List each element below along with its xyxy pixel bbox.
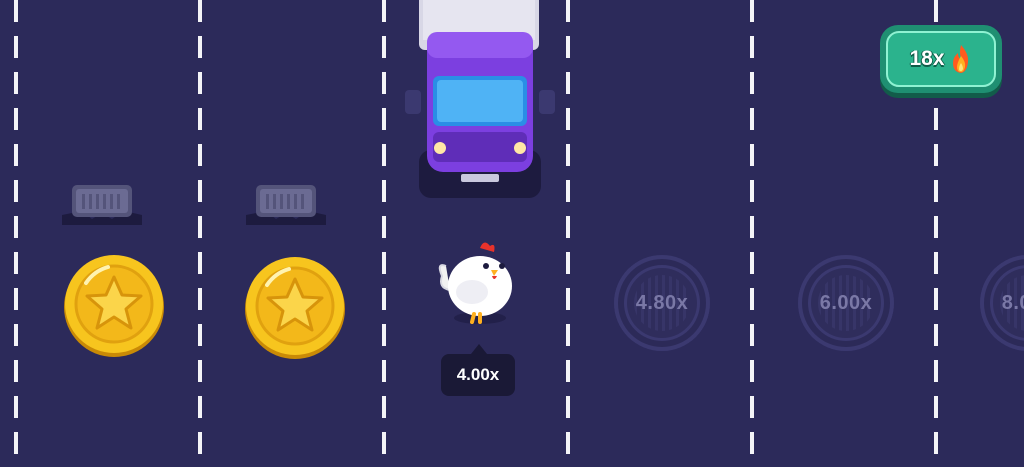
star-coin-icon	[245, 257, 345, 359]
manhole-icon[interactable]: 4.80x	[614, 255, 710, 351]
lane-divider	[566, 0, 570, 467]
chicken-icon[interactable]	[436, 236, 520, 326]
lane-divider	[14, 0, 18, 467]
tooltip-arrow	[471, 344, 487, 354]
lane-multiplier-label: 8.00x	[1001, 291, 1024, 314]
game-board: 4.00x 4.80x 6.00x 8.00x 18x	[0, 0, 1024, 467]
lane-multiplier-label: 6.00x	[819, 291, 873, 314]
manhole-icon[interactable]: 6.00x	[798, 255, 894, 351]
streak-badge-inner: 18x	[886, 31, 996, 87]
truck-icon	[405, 0, 555, 198]
current-multiplier-label: 4.00x	[441, 354, 515, 396]
streak-multiplier: 18x	[909, 47, 945, 70]
streak-badge: 18x	[880, 25, 1002, 93]
star-coin-icon	[64, 255, 164, 357]
lane-multiplier-label: 4.80x	[635, 291, 689, 314]
barrier-icon	[246, 185, 326, 225]
lane-divider	[382, 0, 386, 467]
manhole-clip: 8.00x	[980, 255, 1024, 351]
barrier-icon	[62, 185, 142, 225]
fire-icon	[952, 45, 968, 73]
manhole-icon[interactable]: 8.00x	[980, 255, 1024, 351]
lane-divider	[198, 0, 202, 467]
lane-divider	[750, 0, 754, 467]
